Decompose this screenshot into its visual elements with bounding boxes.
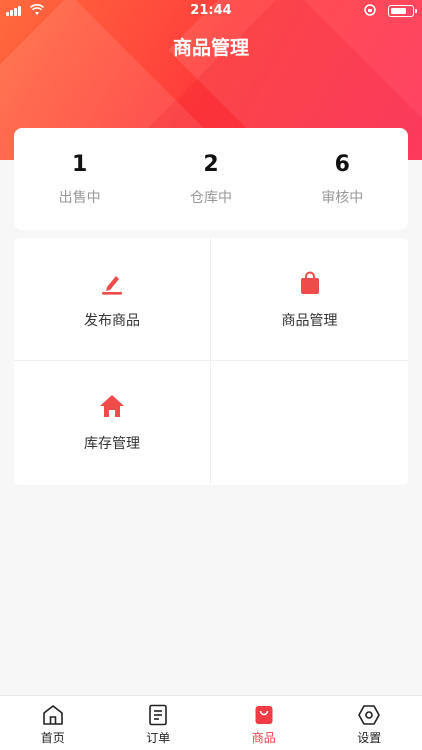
tab-label: 设置: [357, 731, 382, 745]
page-title: 商品管理: [172, 37, 249, 59]
stat-value: 2: [203, 152, 219, 177]
menu-label: 发布商品: [84, 313, 140, 329]
home-icon: [42, 705, 63, 725]
publish-goods-button[interactable]: 发布商品: [14, 238, 211, 361]
stat-value: 1: [72, 152, 88, 177]
stat-on-sale[interactable]: 1 出售中: [14, 128, 145, 230]
empty-cell: [211, 361, 408, 484]
shopping-bag-icon: [300, 271, 319, 294]
tab-settings[interactable]: 设置: [317, 696, 422, 750]
goods-bag-icon: [255, 706, 273, 724]
tab-label: 商品: [251, 731, 276, 745]
menu-grid: 发布商品 商品管理 库存管理: [14, 238, 408, 485]
bottom-tab-bar: 首页 订单 商品 设置: [0, 695, 422, 750]
status-time: 21:44: [190, 3, 232, 18]
settings-hex-icon: [358, 705, 381, 725]
edit-pen-icon: [102, 276, 122, 295]
battery-icon: [388, 5, 417, 17]
stats-card: 1 出售中 2 仓库中 6 审核中: [14, 128, 408, 230]
tab-home[interactable]: 首页: [0, 696, 106, 750]
tab-goods[interactable]: 商品: [211, 696, 317, 750]
manage-goods-button[interactable]: 商品管理: [211, 238, 408, 361]
tab-label: 首页: [40, 731, 65, 745]
stat-under-review[interactable]: 6 审核中: [277, 128, 408, 230]
house-icon: [100, 395, 124, 417]
inventory-manage-button[interactable]: 库存管理: [14, 361, 211, 484]
tab-label: 订单: [146, 731, 171, 745]
menu-label: 库存管理: [84, 436, 140, 452]
order-list-icon: [149, 704, 168, 726]
tab-orders[interactable]: 订单: [106, 696, 212, 750]
status-bar: 21:44: [0, 0, 422, 22]
stat-label: 仓库中: [189, 190, 232, 206]
stat-label: 审核中: [321, 190, 364, 206]
stat-value: 6: [334, 152, 350, 177]
stat-in-warehouse[interactable]: 2 仓库中: [145, 128, 276, 230]
menu-label: 商品管理: [281, 313, 338, 329]
stat-label: 出售中: [58, 190, 101, 206]
rotation-lock-icon: [364, 4, 376, 16]
